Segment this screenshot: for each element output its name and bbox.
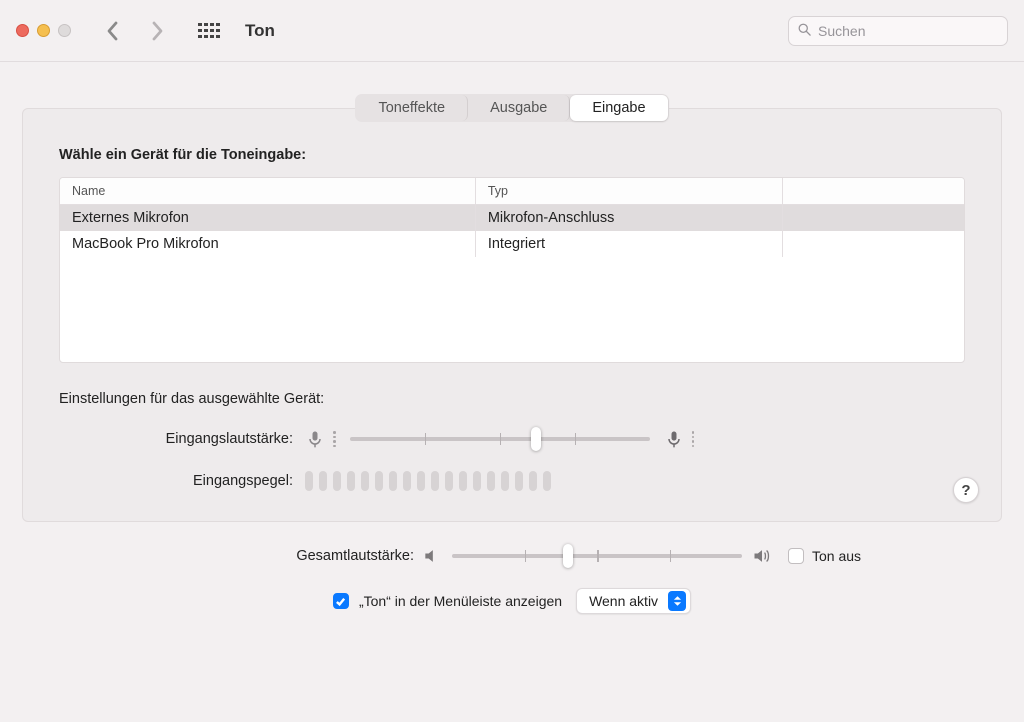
tab-sound-effects[interactable]: Toneffekte — [356, 95, 468, 121]
cell-name: MacBook Pro Mikrofon — [60, 231, 476, 257]
input-level-label: Eingangspegel: — [59, 473, 305, 489]
speaker-min-icon — [422, 546, 442, 566]
mic-max-icon — [664, 429, 684, 449]
level-dots-max-icon — [692, 431, 695, 447]
select-value: Wenn aktiv — [589, 593, 658, 609]
forward-button[interactable] — [143, 17, 171, 45]
zoom-window-button[interactable] — [58, 24, 71, 37]
mute-checkbox[interactable] — [788, 548, 804, 564]
menubar-visibility-select[interactable]: Wenn aktiv — [576, 588, 691, 614]
table-row[interactable]: Externes Mikrofon Mikrofon-Anschluss — [60, 205, 964, 231]
level-dots-min-icon — [333, 431, 336, 447]
table-header: Name Typ — [60, 178, 964, 205]
menubar-row: „Ton“ in der Menüleiste anzeigen Wenn ak… — [132, 588, 892, 614]
search-input[interactable] — [818, 23, 999, 39]
show-in-menubar-checkbox[interactable] — [333, 593, 349, 609]
minimize-window-button[interactable] — [37, 24, 50, 37]
footer: Gesamtlautstärke: Ton aus — [0, 522, 1024, 614]
settings-caption: Einstellungen für das ausgewählte Gerät: — [59, 391, 965, 407]
close-window-button[interactable] — [16, 24, 29, 37]
header-spare — [783, 178, 964, 204]
select-stepper-icon — [668, 591, 686, 611]
nav-arrows — [99, 17, 171, 45]
table-row[interactable]: MacBook Pro Mikrofon Integriert — [60, 231, 964, 257]
tab-bar: Toneffekte Ausgabe Eingabe — [22, 94, 1002, 122]
mute-label: Ton aus — [812, 548, 861, 564]
help-button[interactable]: ? — [953, 477, 979, 503]
input-level-meter — [305, 471, 551, 491]
back-button[interactable] — [99, 17, 127, 45]
traffic-lights — [16, 24, 71, 37]
input-volume-slider[interactable] — [350, 437, 650, 441]
mic-min-icon — [305, 429, 325, 449]
toolbar: Ton — [0, 0, 1024, 62]
cell-type: Mikrofon-Anschluss — [476, 205, 783, 231]
overall-volume-label: Gesamtlautstärke: — [132, 548, 422, 564]
overall-volume-row: Gesamtlautstärke: Ton aus — [132, 546, 892, 566]
overall-volume-slider[interactable] — [452, 554, 742, 558]
window-title: Ton — [245, 21, 275, 41]
input-level-row: Eingangspegel: — [59, 471, 965, 491]
input-volume-row: Eingangslautstärke: — [59, 429, 965, 449]
header-type[interactable]: Typ — [476, 178, 783, 204]
input-volume-label: Eingangslautstärke: — [59, 431, 305, 447]
section-title: Wähle ein Gerät für die Toneingabe: — [59, 147, 965, 163]
show-in-menubar-label: „Ton“ in der Menüleiste anzeigen — [359, 593, 562, 609]
input-panel: Wähle ein Gerät für die Toneingabe: Name… — [22, 108, 1002, 522]
show-all-prefs-button[interactable] — [195, 17, 223, 45]
input-device-table: Name Typ Externes Mikrofon Mikrofon-Ansc… — [59, 177, 965, 363]
cell-type: Integriert — [476, 231, 783, 257]
tab-input[interactable]: Eingabe — [570, 95, 667, 121]
speaker-max-icon — [752, 546, 772, 566]
cell-name: Externes Mikrofon — [60, 205, 476, 231]
header-name[interactable]: Name — [60, 178, 476, 204]
search-icon — [797, 22, 812, 40]
search-field[interactable] — [788, 16, 1008, 46]
tab-output[interactable]: Ausgabe — [468, 95, 570, 121]
